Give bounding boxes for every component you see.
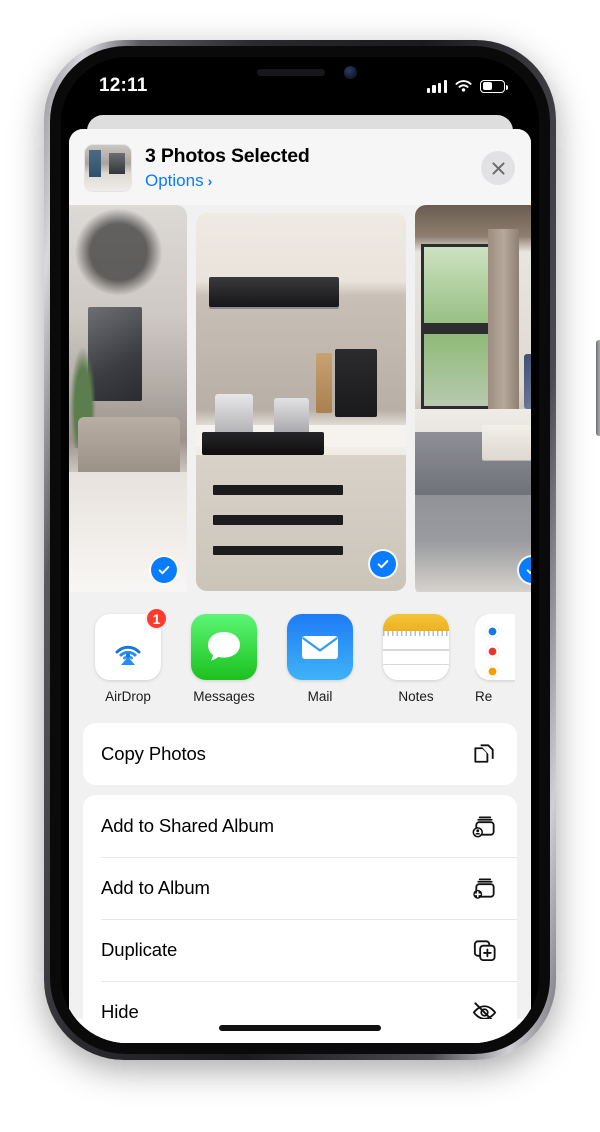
front-camera-icon — [344, 66, 357, 79]
action-group-1: Copy Photos — [83, 723, 517, 785]
checkmark-icon — [158, 566, 170, 575]
living-room-photo[interactable] — [69, 205, 187, 593]
share-target-label: AirDrop — [105, 689, 151, 705]
share-target-label: Mail — [307, 689, 333, 705]
power-button[interactable] — [596, 340, 600, 436]
action-row-copy-photos[interactable]: Copy Photos — [83, 723, 517, 785]
share-target-messages[interactable]: Messages — [187, 614, 261, 705]
action-row-duplicate[interactable]: Duplicate — [83, 919, 517, 981]
share-sheet-header: 3 Photos Selected Options › — [69, 129, 531, 205]
options-button[interactable]: Options › — [145, 171, 467, 191]
airdrop-badge: 1 — [145, 607, 168, 631]
selected-photo-thumbnail — [85, 145, 131, 191]
checkmark-icon — [526, 569, 531, 575]
copy-icon — [469, 739, 499, 769]
share-target-notes[interactable]: Notes — [379, 614, 453, 705]
action-label: Duplicate — [101, 939, 178, 960]
share-target-mail[interactable]: Mail — [283, 614, 357, 705]
share-target-airdrop[interactable]: 1 AirDrop — [91, 607, 168, 705]
home-indicator-area — [69, 1019, 531, 1043]
close-button[interactable] — [481, 151, 515, 185]
chevron-right-icon: › — [207, 172, 213, 189]
kitchen-photo[interactable] — [196, 213, 406, 591]
phone-screen: 12:11 3 Photos Selected Options › 1 AirD… — [61, 57, 539, 1043]
notes-icon — [383, 614, 449, 681]
messages-icon — [191, 614, 257, 681]
share-action-list: Copy Photos Add to Shared Album Add to A… — [69, 717, 531, 1043]
shared-album-icon — [469, 811, 499, 841]
airdrop-icon: 1 — [95, 607, 168, 681]
share-target-label: Messages — [193, 689, 255, 705]
screenshot-stage: 12:11 3 Photos Selected Options › 1 AirD… — [0, 0, 600, 1132]
action-label: Add to Album — [101, 877, 210, 898]
status-bar-clock: 12:11 — [99, 75, 148, 96]
action-group-2: Add to Shared Album Add to Album Duplica… — [83, 795, 517, 1043]
action-row-add-to-shared-album[interactable]: Add to Shared Album — [83, 795, 517, 857]
photo-selected-check[interactable] — [151, 557, 177, 583]
earpiece-speaker — [257, 69, 325, 76]
action-label: Add to Shared Album — [101, 815, 274, 836]
notch — [205, 57, 395, 87]
reminders-icon — [475, 614, 515, 681]
cellular-bars-icon — [426, 79, 447, 93]
close-icon — [491, 161, 505, 175]
photo-selected-check[interactable] — [370, 551, 396, 577]
page-title: 3 Photos Selected — [145, 145, 310, 168]
checkmark-icon — [377, 560, 389, 569]
wifi-icon — [455, 80, 472, 92]
bedroom-balcony-photo[interactable] — [415, 205, 531, 593]
selected-photos-strip — [69, 205, 531, 593]
action-row-add-to-album[interactable]: Add to Album — [83, 857, 517, 919]
mail-icon — [287, 614, 353, 681]
battery-icon — [480, 79, 508, 93]
share-target-label: Notes — [398, 689, 434, 705]
duplicate-icon — [469, 935, 499, 965]
status-bar-indicators — [426, 79, 508, 93]
action-label: Copy Photos — [101, 743, 206, 764]
home-indicator[interactable] — [219, 1025, 381, 1031]
share-target-reminders[interactable]: Re — [475, 614, 515, 703]
share-app-row: 1 AirDrop Messages Mail Notes Re — [69, 592, 531, 717]
share-sheet: 3 Photos Selected Options › 1 AirDrop Me… — [69, 129, 531, 1043]
add-album-icon — [469, 873, 499, 903]
share-target-label: Re — [475, 689, 493, 703]
share-sheet-header-text: 3 Photos Selected Options › — [145, 145, 467, 190]
options-label: Options — [145, 170, 204, 190]
